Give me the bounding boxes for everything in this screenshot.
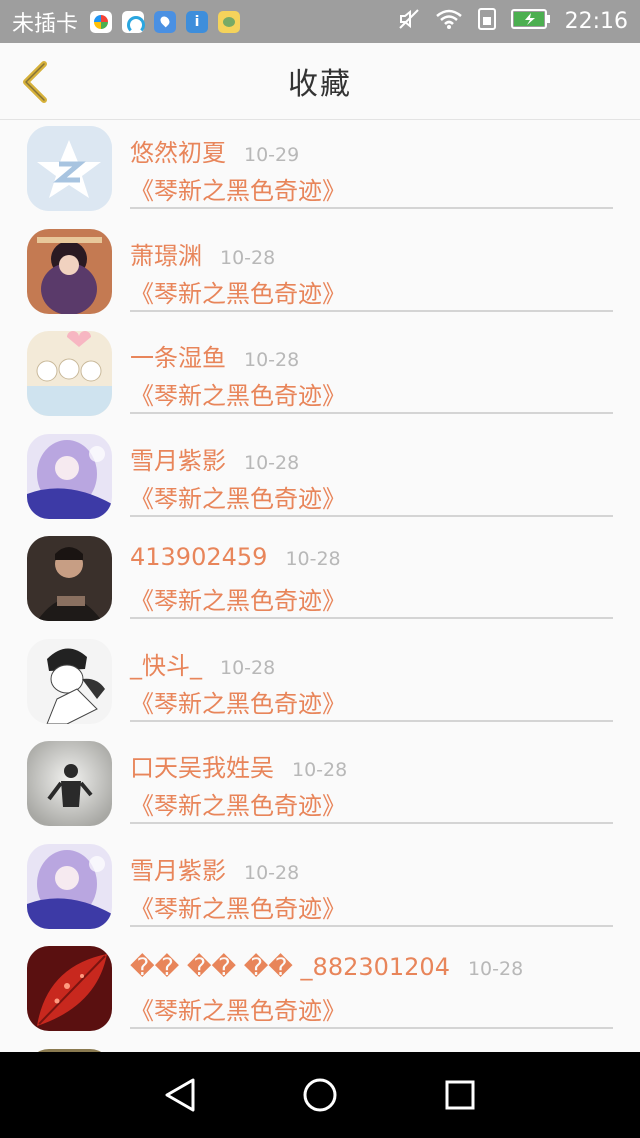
book-title[interactable]: 《琴新之黑色奇迹》 <box>130 479 613 513</box>
divider <box>130 514 613 517</box>
book-title[interactable]: 《琴新之黑色奇迹》 <box>130 991 613 1025</box>
username: 口天吴我姓吴 <box>130 754 274 782</box>
username: 萧璟渊 <box>130 241 202 270</box>
page-title: 收藏 <box>288 67 352 102</box>
date-label: 10-28 <box>285 548 341 570</box>
book-title[interactable]: 《琴新之黑色奇迹》 <box>130 889 613 923</box>
sim-card-icon <box>477 7 497 37</box>
clock: 22:16 <box>564 9 628 34</box>
chevron-left-icon <box>23 61 47 103</box>
date-label: 10-28 <box>244 861 300 884</box>
carrier-label: 未插卡 <box>12 11 79 37</box>
date-label: 10-29 <box>244 144 300 166</box>
info-app-icon <box>186 10 209 33</box>
book-title[interactable]: 《琴新之黑色奇迹》 <box>130 581 613 615</box>
wifi-icon <box>435 8 463 36</box>
nav-home-button[interactable] <box>290 1065 350 1125</box>
frog-app-icon <box>218 10 241 33</box>
mute-icon <box>397 7 421 37</box>
book-title[interactable]: 《琴新之黑色奇迹》 <box>130 171 613 205</box>
divider <box>130 719 613 722</box>
back-button[interactable] <box>14 59 54 105</box>
date-label: 10-28 <box>244 349 300 371</box>
username: 413902459 <box>130 543 268 571</box>
divider <box>130 617 613 619</box>
divider <box>130 1027 613 1029</box>
list-item[interactable]: _快斗_ 10-28 《琴新之黑色奇迹》 <box>0 634 640 737</box>
list-item[interactable]: 口天吴我姓吴 10-28 《琴新之黑色奇迹》 <box>0 736 640 839</box>
list-item[interactable]: �� �� �� _882301204 10-28 《琴新之黑色奇迹》 <box>0 941 640 1044</box>
username: 悠然初夏 <box>130 139 226 167</box>
anime-avatar <box>27 228 112 314</box>
username: 雪月紫影 <box>130 856 226 885</box>
cartoon-avatar <box>27 331 112 416</box>
app-notification-icon <box>90 10 113 33</box>
status-bar: 未插卡 22:16 <box>0 0 640 43</box>
divider <box>130 309 613 312</box>
system-nav-bar <box>0 1052 640 1138</box>
battery-icon <box>510 8 551 36</box>
nav-back-button[interactable] <box>150 1065 210 1125</box>
username: 雪月紫影 <box>130 446 226 475</box>
divider <box>130 207 613 209</box>
nav-recents-button[interactable] <box>430 1065 490 1125</box>
book-title[interactable]: 《琴新之黑色奇迹》 <box>130 786 613 820</box>
list-item[interactable]: 413902459 10-28 《琴新之黑色奇迹》 <box>0 531 640 634</box>
purple-anime-avatar <box>27 843 112 929</box>
photo-avatar <box>27 536 112 621</box>
qq-browser-icon <box>122 10 146 34</box>
app-header: 收藏 <box>0 43 640 120</box>
square-recents-icon <box>445 1080 475 1110</box>
circle-home-icon <box>303 1078 337 1112</box>
list-item[interactable]: 雪月紫影 10-28 《琴新之黑色奇迹》 <box>0 429 640 532</box>
map-pin-icon <box>154 10 177 33</box>
date-label: 10-28 <box>467 958 524 980</box>
date-label: 10-28 <box>220 246 276 269</box>
qq-default-avatar <box>27 126 112 211</box>
favorites-list: 悠然初夏 10-29 《琴新之黑色奇迹》 萧璟渊 10-28 《琴新之黑色奇迹》… <box>0 121 640 1052</box>
username: _快斗_ <box>130 651 202 680</box>
date-label: 10-28 <box>292 759 348 781</box>
list-item[interactable]: 雪月紫影 10-28 《琴新之黑色奇迹》 <box>0 839 640 942</box>
list-item[interactable]: 一条湿鱼 10-28 《琴新之黑色奇迹》 <box>0 326 640 429</box>
list-item-partial[interactable] <box>0 1044 640 1052</box>
book-title[interactable]: 《琴新之黑色奇迹》 <box>130 684 613 718</box>
silhouette-avatar <box>27 741 112 826</box>
manga-avatar <box>27 638 112 724</box>
date-label: 10-28 <box>220 656 276 679</box>
book-title[interactable]: 《琴新之黑色奇迹》 <box>130 376 613 410</box>
book-title[interactable]: 《琴新之黑色奇迹》 <box>130 274 613 308</box>
list-item[interactable]: 悠然初夏 10-29 《琴新之黑色奇迹》 <box>0 121 640 224</box>
username: �� �� �� _882301204 <box>130 953 450 981</box>
triangle-back-icon <box>165 1078 195 1112</box>
purple-anime-avatar <box>27 433 112 519</box>
username: 一条湿鱼 <box>130 344 226 372</box>
list-item[interactable]: 萧璟渊 10-28 《琴新之黑色奇迹》 <box>0 224 640 327</box>
divider <box>130 924 613 927</box>
red-leaf-avatar <box>27 946 112 1031</box>
divider <box>130 822 613 824</box>
divider <box>130 412 613 414</box>
date-label: 10-28 <box>244 451 300 474</box>
